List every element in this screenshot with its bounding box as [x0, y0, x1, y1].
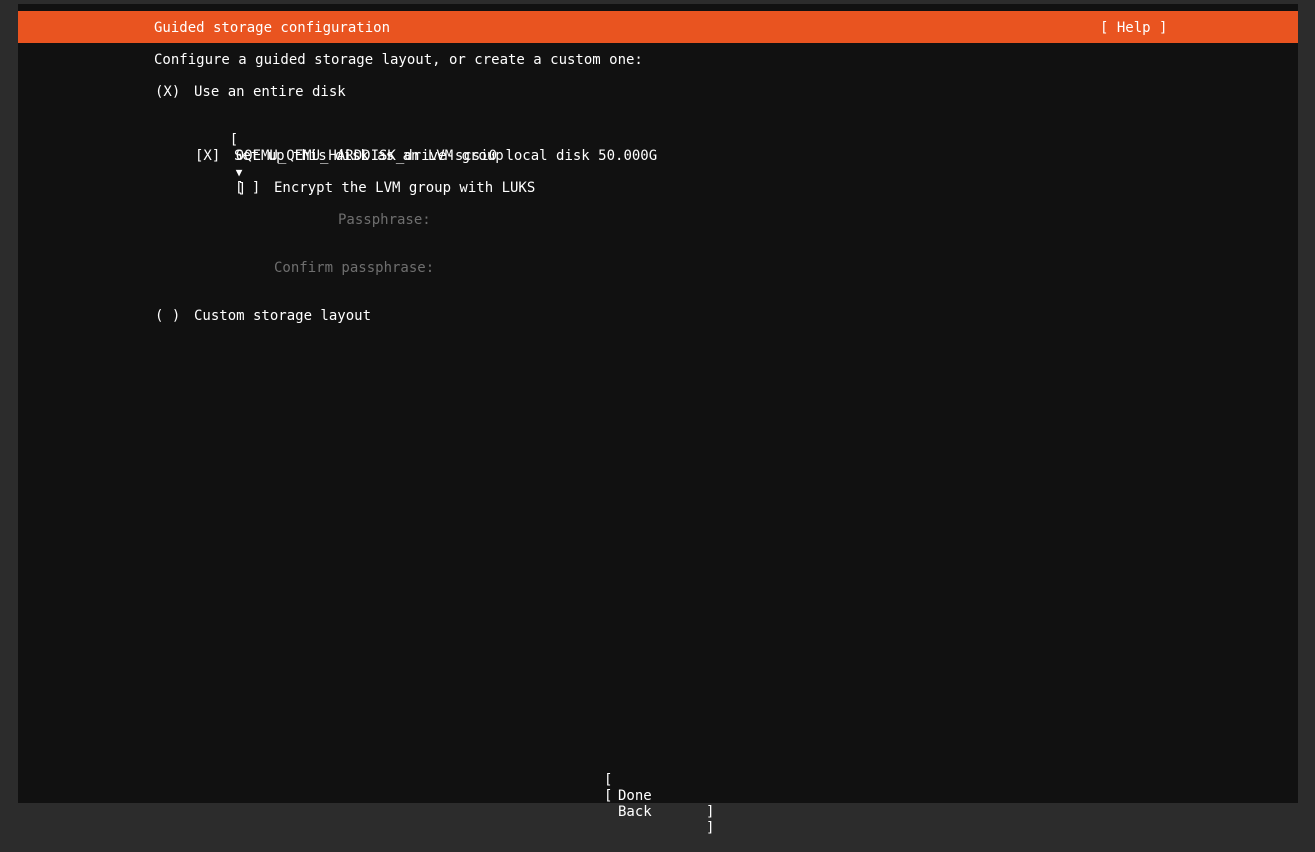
custom-layout-radio[interactable]: ( ) [155, 308, 180, 324]
intro-text: Configure a guided storage layout, or cr… [154, 52, 643, 68]
done-close-bracket: ] [706, 804, 715, 820]
passphrase-field[interactable] [442, 212, 742, 228]
dropdown-arrow-icon: ▼ [235, 166, 243, 179]
custom-layout-label[interactable]: Custom storage layout [194, 308, 371, 324]
done-button[interactable]: [ Done ] [604, 756, 714, 820]
lvm-label[interactable]: Set up this disk as an LVM group [234, 148, 504, 164]
confirm-passphrase-field[interactable] [442, 260, 742, 276]
encrypt-checkbox[interactable]: [ ] [235, 180, 260, 196]
help-button[interactable]: [ Help ] [1100, 20, 1167, 36]
passphrase-label: Passphrase: [338, 212, 431, 228]
installer-screen: Guided storage configuration [ Help ] Co… [18, 4, 1298, 836]
back-open-bracket: [ [604, 788, 613, 804]
disk-select-open-bracket: [ [229, 132, 239, 148]
entire-disk-radio[interactable]: (X) [155, 84, 180, 100]
confirm-passphrase-label: Confirm passphrase: [274, 260, 435, 276]
disk-select[interactable]: [ 0QEMU_QEMU_HARDDISK_drive-scsi0 local … [196, 116, 657, 197]
back-button[interactable]: [ Back ] [604, 772, 714, 836]
back-label: Back [618, 804, 652, 820]
lvm-checkbox[interactable]: [X] [195, 148, 220, 164]
entire-disk-label[interactable]: Use an entire disk [194, 84, 346, 100]
back-close-bracket: ] [706, 820, 715, 836]
page-title: Guided storage configuration [154, 20, 391, 36]
encrypt-label[interactable]: Encrypt the LVM group with LUKS [274, 180, 535, 196]
